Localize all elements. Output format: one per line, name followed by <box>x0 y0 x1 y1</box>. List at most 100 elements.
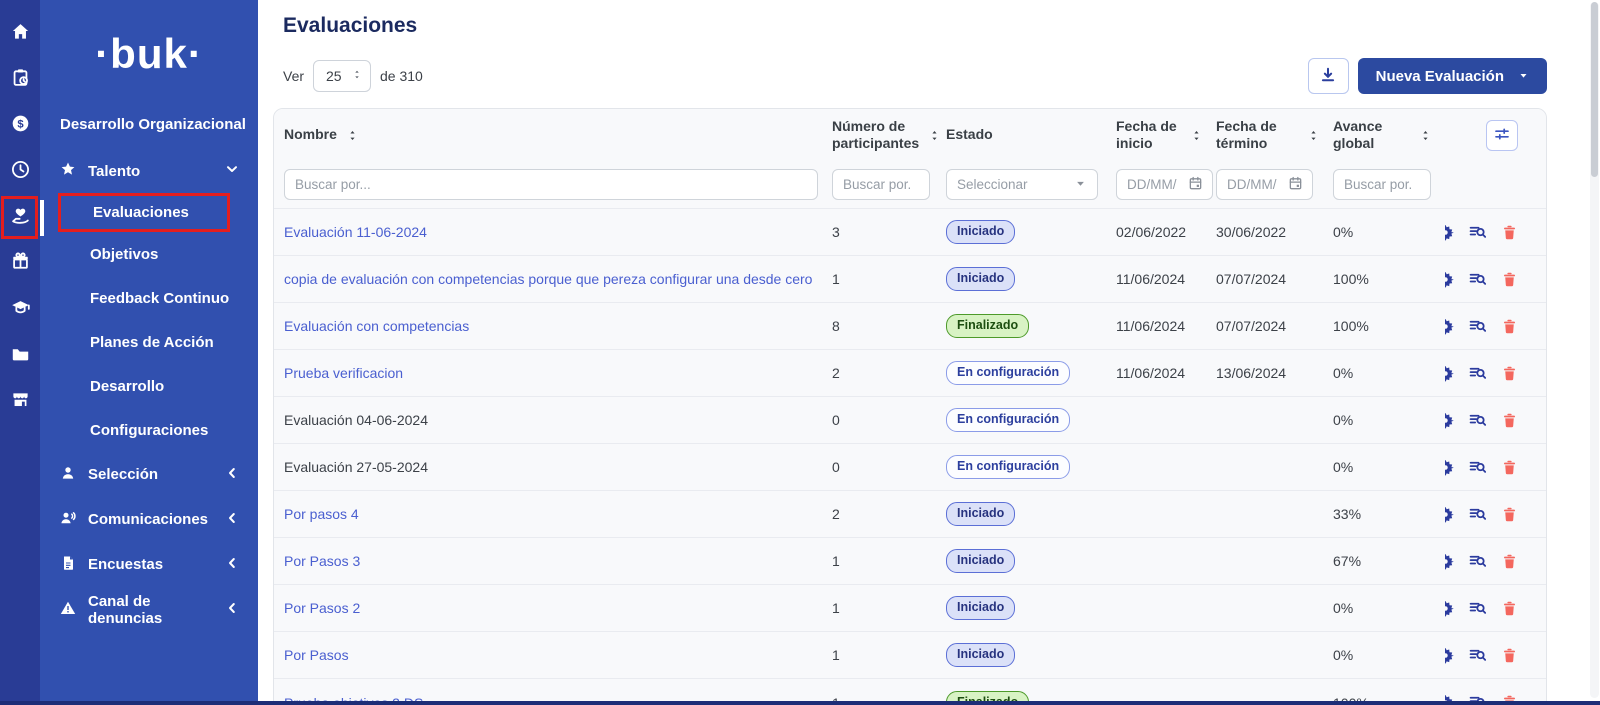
view-details-icon[interactable] <box>1469 599 1486 617</box>
column-header-nombre[interactable]: Nombre <box>284 126 832 144</box>
row-actions <box>1445 223 1532 241</box>
rail-item[interactable] <box>8 390 32 414</box>
sidebar-item[interactable]: Canal de denuncias <box>40 587 258 632</box>
filter-name-input[interactable] <box>284 169 818 200</box>
view-details-icon[interactable] <box>1469 646 1486 664</box>
rail-item[interactable] <box>8 252 32 276</box>
scrollbar-thumb[interactable] <box>1591 2 1598 177</box>
star-icon <box>60 161 76 181</box>
status-badge: Iniciado <box>946 549 1015 572</box>
settings-gear-icon[interactable] <box>1445 317 1454 335</box>
global-progress: 67% <box>1333 553 1445 569</box>
evaluation-name-link[interactable]: Por Pasos <box>284 647 832 663</box>
view-details-icon[interactable] <box>1469 317 1486 335</box>
settings-gear-icon[interactable] <box>1445 646 1454 664</box>
view-details-icon[interactable] <box>1469 270 1486 288</box>
calendar-icon <box>1188 176 1203 194</box>
calendar-icon <box>1288 176 1303 194</box>
sort-icon[interactable] <box>929 129 940 142</box>
rail-item[interactable] <box>8 344 32 368</box>
settings-gear-icon[interactable] <box>1445 270 1454 288</box>
rail-item[interactable] <box>8 206 32 230</box>
person-icon <box>60 465 76 485</box>
view-details-icon[interactable] <box>1469 505 1486 523</box>
column-header-avance-global[interactable]: Avance global <box>1333 118 1445 153</box>
delete-trash-icon[interactable] <box>1501 599 1518 617</box>
filter-status-select[interactable]: Seleccionar <box>946 169 1098 200</box>
delete-trash-icon[interactable] <box>1501 223 1518 241</box>
delete-trash-icon[interactable] <box>1501 411 1518 429</box>
column-header-participantes[interactable]: Número de participantes <box>832 118 946 153</box>
filter-date-start-input[interactable]: DD/MM/ <box>1116 169 1213 200</box>
dollar-circle-icon: $ <box>11 114 30 138</box>
sort-icon[interactable] <box>1308 129 1319 142</box>
sidebar-subitem[interactable]: Evaluaciones <box>58 193 230 232</box>
settings-gear-icon[interactable] <box>1445 599 1454 617</box>
settings-gear-icon[interactable] <box>1445 505 1454 523</box>
filter-progress-input[interactable] <box>1333 169 1431 200</box>
evaluation-name-link[interactable]: Por Pasos 3 <box>284 553 832 569</box>
settings-gear-icon[interactable] <box>1445 458 1454 476</box>
evaluation-name-link[interactable]: Evaluación con competencias <box>284 318 832 334</box>
view-details-icon[interactable] <box>1469 411 1486 429</box>
new-evaluation-button[interactable]: Nueva Evaluación <box>1358 58 1547 94</box>
evaluation-name-link[interactable]: Prueba verificacion <box>284 365 832 381</box>
sidebar-item-talento[interactable]: Talento <box>40 149 258 193</box>
sidebar-item[interactable]: Selección <box>40 452 258 497</box>
view-details-icon[interactable] <box>1469 364 1486 382</box>
delete-trash-icon[interactable] <box>1501 646 1518 664</box>
delete-trash-icon[interactable] <box>1501 270 1518 288</box>
global-progress: 0% <box>1333 459 1445 475</box>
sidebar-subitem[interactable]: Desarrollo <box>40 364 258 408</box>
sidebar-subitem[interactable]: Planes de Acción <box>40 320 258 364</box>
sort-icon[interactable] <box>1420 129 1431 142</box>
column-settings-button[interactable] <box>1486 120 1518 151</box>
settings-gear-icon[interactable] <box>1445 223 1454 241</box>
row-actions <box>1445 646 1532 664</box>
page-size-select[interactable]: 25 <box>313 60 371 92</box>
delete-trash-icon[interactable] <box>1501 458 1518 476</box>
evaluation-name-link[interactable]: Por pasos 4 <box>284 506 832 522</box>
delete-trash-icon[interactable] <box>1501 505 1518 523</box>
rail-item[interactable] <box>8 68 32 92</box>
sidebar-item[interactable]: Comunicaciones <box>40 497 258 542</box>
sort-icon[interactable] <box>1191 129 1202 142</box>
rail-item[interactable]: $ <box>8 114 32 138</box>
rail-item[interactable] <box>8 298 32 322</box>
delete-trash-icon[interactable] <box>1501 552 1518 570</box>
row-actions <box>1445 317 1532 335</box>
column-header-fecha-inicio[interactable]: Fecha de inicio <box>1116 118 1216 153</box>
rail-item[interactable] <box>8 22 32 46</box>
delete-trash-icon[interactable] <box>1501 364 1518 382</box>
status-badge: Iniciado <box>946 220 1015 243</box>
global-progress: 0% <box>1333 647 1445 663</box>
column-header-estado[interactable]: Estado <box>946 126 1116 144</box>
download-button[interactable] <box>1308 58 1349 94</box>
sidebar-subitem[interactable]: Configuraciones <box>40 408 258 452</box>
evaluation-name-link[interactable]: copia de evaluación con competencias por… <box>284 271 832 287</box>
table-row: Por pasos 4 2 Iniciado 33% <box>274 491 1546 538</box>
evaluation-name-link[interactable]: Evaluación 11-06-2024 <box>284 224 832 240</box>
sidebar-item[interactable]: Encuestas <box>40 542 258 587</box>
settings-gear-icon[interactable] <box>1445 411 1454 429</box>
table-row: Por Pasos 1 Iniciado 0% <box>274 632 1546 679</box>
column-header-fecha-termino[interactable]: Fecha de término <box>1216 118 1333 153</box>
filter-date-end-input[interactable]: DD/MM/ <box>1216 169 1313 200</box>
sidebar-subitem[interactable]: Feedback Continuo <box>40 276 258 320</box>
chevron-left-icon <box>224 600 240 620</box>
sidebar-subitem[interactable]: Objetivos <box>40 232 258 276</box>
evaluation-name-link[interactable]: Por Pasos 2 <box>284 600 832 616</box>
view-details-icon[interactable] <box>1469 458 1486 476</box>
sort-icon[interactable] <box>347 129 358 142</box>
document-icon <box>60 555 76 575</box>
view-details-icon[interactable] <box>1469 552 1486 570</box>
vertical-scrollbar[interactable] <box>1590 2 1599 698</box>
rail-item[interactable] <box>8 160 32 184</box>
delete-trash-icon[interactable] <box>1501 317 1518 335</box>
settings-gear-icon[interactable] <box>1445 552 1454 570</box>
global-progress: 100% <box>1333 271 1445 287</box>
settings-gear-icon[interactable] <box>1445 364 1454 382</box>
sidebar-section-title: Desarrollo Organizacional <box>40 116 258 133</box>
filter-participants-input[interactable] <box>832 169 930 200</box>
view-details-icon[interactable] <box>1469 223 1486 241</box>
